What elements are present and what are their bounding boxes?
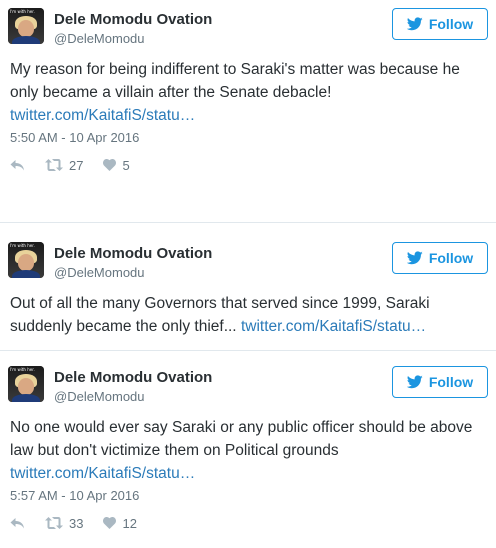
avatar[interactable]: I'm with her.: [8, 8, 44, 44]
tweet-actions: 27 5: [10, 157, 150, 173]
tweet-card: I'm with her. Dele Momodu Ovation @DeleM…: [0, 234, 496, 342]
avatar-caption: I'm with her.: [10, 9, 35, 14]
tweet-text-line: suddenly became the only thief...: [10, 318, 237, 335]
like-button[interactable]: 5: [103, 157, 130, 173]
timestamp[interactable]: 5:50 AM - 10 Apr 2016: [10, 130, 139, 145]
retweet-count: 33: [69, 515, 84, 531]
tweet-card: I'm with her. Dele Momodu Ovation @DeleM…: [0, 0, 496, 196]
author-handle[interactable]: @DeleMomodu: [54, 389, 145, 404]
tweet-text-line: Out of all the many Governors that serve…: [10, 295, 430, 312]
twitter-bird-icon: [406, 251, 423, 265]
retweet-icon: [45, 517, 63, 529]
follow-button[interactable]: Follow: [392, 8, 488, 40]
author-name[interactable]: Dele Momodu Ovation: [54, 11, 212, 28]
heart-icon: [103, 517, 117, 529]
tweet-link[interactable]: twitter.com/KaitafiS/statu…: [10, 462, 490, 485]
follow-label: Follow: [428, 374, 474, 390]
avatar-caption: I'm with her.: [10, 243, 35, 248]
tweet-actions: 33 12: [10, 515, 157, 531]
author-name[interactable]: Dele Momodu Ovation: [54, 245, 212, 262]
tweet-text: My reason for being indifferent to Sarak…: [10, 58, 490, 127]
like-count: 5: [122, 157, 130, 173]
retweet-button[interactable]: 33: [45, 516, 83, 531]
reply-icon: [10, 518, 24, 529]
tweet-link[interactable]: twitter.com/KaitafiS/statu…: [10, 104, 490, 127]
retweet-button[interactable]: 27: [45, 158, 83, 173]
tweet-text: No one would ever say Saraki or any publ…: [10, 416, 490, 485]
tweet-text-line: only became a villain after the Senate d…: [10, 84, 332, 101]
like-count: 12: [122, 515, 137, 531]
twitter-bird-icon: [406, 17, 423, 31]
reply-button[interactable]: [10, 517, 25, 529]
divider: [0, 222, 496, 223]
twitter-bird-icon: [406, 375, 423, 389]
avatar[interactable]: I'm with her.: [8, 242, 44, 278]
author-handle[interactable]: @DeleMomodu: [54, 265, 145, 280]
timestamp[interactable]: 5:57 AM - 10 Apr 2016: [10, 488, 139, 503]
like-button[interactable]: 12: [103, 515, 137, 531]
tweet-text: Out of all the many Governors that serve…: [10, 292, 490, 338]
avatar[interactable]: I'm with her.: [8, 366, 44, 402]
follow-button[interactable]: Follow: [392, 366, 488, 398]
author-name[interactable]: Dele Momodu Ovation: [54, 369, 212, 386]
follow-button[interactable]: Follow: [392, 242, 488, 274]
tweet-text-line: No one would ever say Saraki or any publ…: [10, 419, 473, 436]
author-handle[interactable]: @DeleMomodu: [54, 31, 145, 46]
retweet-icon: [45, 159, 63, 171]
reply-icon: [10, 160, 24, 171]
reply-button[interactable]: [10, 159, 25, 171]
tweet-card: I'm with her. Dele Momodu Ovation @DeleM…: [0, 358, 496, 548]
tweet-link[interactable]: twitter.com/KaitafiS/statu…: [241, 318, 426, 335]
follow-label: Follow: [428, 16, 474, 32]
tweet-text-line: law but don't victimize them on Politica…: [10, 442, 339, 459]
heart-icon: [103, 159, 117, 171]
divider: [0, 350, 496, 351]
follow-label: Follow: [428, 250, 474, 266]
avatar-caption: I'm with her.: [10, 367, 35, 372]
tweet-text-line: My reason for being indifferent to Sarak…: [10, 61, 460, 78]
retweet-count: 27: [69, 157, 84, 173]
